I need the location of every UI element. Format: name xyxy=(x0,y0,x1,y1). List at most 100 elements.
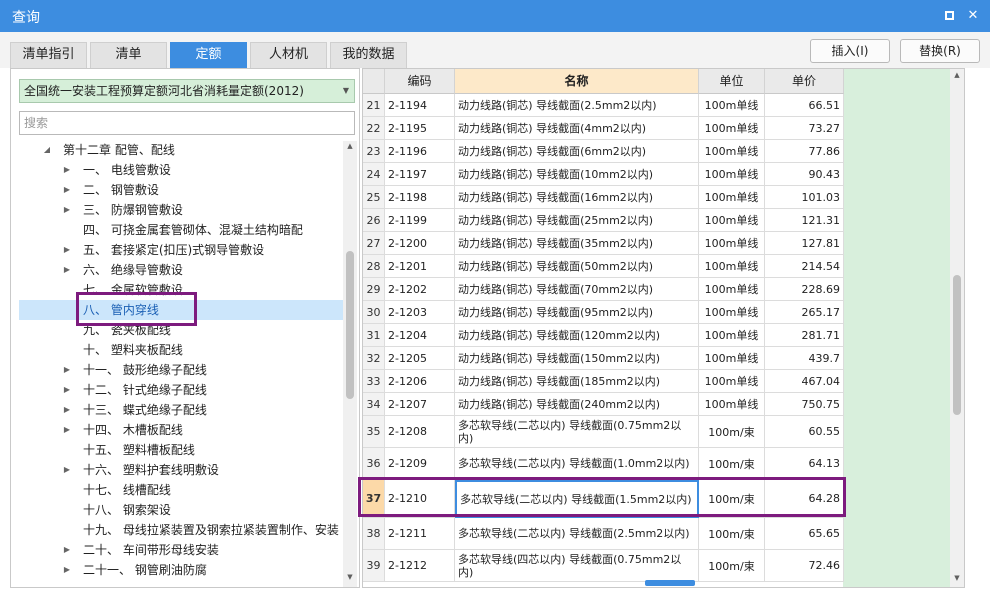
cell-price[interactable]: 121.31 xyxy=(765,209,844,232)
cell-name[interactable]: 动力线路(铜芯) 导线截面(16mm2以内) xyxy=(455,186,699,209)
cell-unit[interactable]: 100m单线 xyxy=(699,324,765,347)
cell-idx[interactable]: 23 xyxy=(363,140,385,163)
cell-unit[interactable]: 100m单线 xyxy=(699,278,765,301)
cell-price[interactable]: 64.28 xyxy=(765,480,844,518)
tree-item[interactable]: ▶ 十二、 针式绝缘子配线 xyxy=(19,380,343,400)
cell-price[interactable]: 101.03 xyxy=(765,186,844,209)
cell-name[interactable]: 动力线路(铜芯) 导线截面(50mm2以内) xyxy=(455,255,699,278)
cell-code[interactable]: 2-1198 xyxy=(385,186,455,209)
cell-unit[interactable]: 100m/束 xyxy=(699,480,765,518)
tree-item[interactable]: 十五、 塑料槽板配线 xyxy=(19,440,343,460)
cell-code[interactable]: 2-1210 xyxy=(385,480,455,518)
table-row[interactable]: 26 2-1199 动力线路(铜芯) 导线截面(25mm2以内) 100m单线 121.… xyxy=(363,209,844,232)
cell-name[interactable]: 动力线路(铜芯) 导线截面(10mm2以内) xyxy=(455,163,699,186)
cell-idx[interactable]: 37 xyxy=(363,480,385,518)
cell-unit[interactable]: 100m单线 xyxy=(699,209,765,232)
tree-scroll-thumb[interactable] xyxy=(346,251,354,399)
table-row[interactable]: 30 2-1203 动力线路(铜芯) 导线截面(95mm2以内) 100m单线 265.… xyxy=(363,301,844,324)
cell-name[interactable]: 动力线路(铜芯) 导线截面(150mm2以内) xyxy=(455,347,699,370)
cell-name[interactable]: 多芯软导线(二芯以内) 导线截面(0.75mm2以内) xyxy=(455,416,699,448)
cell-unit[interactable]: 100m单线 xyxy=(699,186,765,209)
cell-unit[interactable]: 100m单线 xyxy=(699,301,765,324)
tree-item[interactable]: 四、 可挠金属套管砌体、混凝土结构暗配 xyxy=(19,220,343,240)
cell-code[interactable]: 2-1195 xyxy=(385,117,455,140)
cell-price[interactable]: 66.51 xyxy=(765,94,844,117)
tree-item[interactable]: 十七、 线槽配线 xyxy=(19,480,343,500)
tree-item[interactable]: ▶ 十六、 塑料护套线明敷设 xyxy=(19,460,343,480)
cell-code[interactable]: 2-1203 xyxy=(385,301,455,324)
cell-unit[interactable]: 100m/束 xyxy=(699,550,765,582)
cell-price[interactable]: 214.54 xyxy=(765,255,844,278)
collapsed-arrow-icon[interactable]: ▶ xyxy=(61,260,73,280)
cell-idx[interactable]: 34 xyxy=(363,393,385,416)
cell-idx[interactable]: 21 xyxy=(363,94,385,117)
tree-item[interactable]: ▶ 一、 电线管敷设 xyxy=(19,160,343,180)
tab-my-data[interactable]: 我的数据 xyxy=(330,42,407,68)
scroll-up-icon[interactable]: ▲ xyxy=(950,71,964,79)
cell-idx[interactable]: 24 xyxy=(363,163,385,186)
tree-item[interactable]: ▶ 十一、 鼓形绝缘子配线 xyxy=(19,360,343,380)
collapsed-arrow-icon[interactable]: ▶ xyxy=(61,180,73,200)
table-row[interactable]: 34 2-1207 动力线路(铜芯) 导线截面(240mm2以内) 100m单线 750… xyxy=(363,393,844,416)
table-row[interactable]: 27 2-1200 动力线路(铜芯) 导线截面(35mm2以内) 100m单线 127.… xyxy=(363,232,844,255)
cell-code[interactable]: 2-1201 xyxy=(385,255,455,278)
header-name[interactable]: 名称 xyxy=(455,69,699,94)
collapsed-arrow-icon[interactable]: ▶ xyxy=(61,400,73,420)
cell-code[interactable]: 2-1204 xyxy=(385,324,455,347)
table-row[interactable]: 29 2-1202 动力线路(铜芯) 导线截面(70mm2以内) 100m单线 228.… xyxy=(363,278,844,301)
table-row[interactable]: 23 2-1196 动力线路(铜芯) 导线截面(6mm2以内) 100m单线 77.86 xyxy=(363,140,844,163)
tree-scrollbar[interactable]: ▲ ▼ xyxy=(343,141,357,587)
cell-idx[interactable]: 29 xyxy=(363,278,385,301)
cell-code[interactable]: 2-1199 xyxy=(385,209,455,232)
tree-item[interactable]: 七、 金属软管敷设 xyxy=(19,280,343,300)
scroll-up-icon[interactable]: ▲ xyxy=(343,142,357,150)
cell-idx[interactable]: 30 xyxy=(363,301,385,324)
cell-price[interactable]: 127.81 xyxy=(765,232,844,255)
cell-idx[interactable]: 22 xyxy=(363,117,385,140)
table-row[interactable]: 39 2-1212 多芯软导线(四芯以内) 导线截面(0.75mm2以内) 100m/… xyxy=(363,550,844,582)
cell-price[interactable]: 467.04 xyxy=(765,370,844,393)
expanded-arrow-icon[interactable]: ◢ xyxy=(41,140,53,160)
cell-unit[interactable]: 100m单线 xyxy=(699,140,765,163)
grid-scrollbar[interactable]: ▲ ▼ xyxy=(950,69,964,587)
cell-unit[interactable]: 100m/束 xyxy=(699,448,765,480)
cell-unit[interactable]: 100m单线 xyxy=(699,117,765,140)
cell-unit[interactable]: 100m单线 xyxy=(699,370,765,393)
cell-price[interactable]: 281.71 xyxy=(765,324,844,347)
cell-name[interactable]: 动力线路(铜芯) 导线截面(35mm2以内) xyxy=(455,232,699,255)
quota-library-select[interactable]: 全国统一安装工程预算定额河北省消耗量定额(2012) ▼ xyxy=(19,79,355,103)
cell-price[interactable]: 90.43 xyxy=(765,163,844,186)
grid-scroll-thumb[interactable] xyxy=(953,275,961,415)
cell-code[interactable]: 2-1209 xyxy=(385,448,455,480)
tree-item[interactable]: ▶ 二十、 车间带形母线安装 xyxy=(19,540,343,560)
cell-price[interactable]: 60.55 xyxy=(765,416,844,448)
cell-price[interactable]: 73.27 xyxy=(765,117,844,140)
cell-price[interactable]: 750.75 xyxy=(765,393,844,416)
cell-price[interactable]: 228.69 xyxy=(765,278,844,301)
header-unit[interactable]: 单位 xyxy=(699,69,765,94)
tree-item[interactable]: ▶ 二、 钢管敷设 xyxy=(19,180,343,200)
cell-name[interactable]: 动力线路(铜芯) 导线截面(25mm2以内) xyxy=(455,209,699,232)
table-row[interactable]: 25 2-1198 动力线路(铜芯) 导线截面(16mm2以内) 100m单线 101.… xyxy=(363,186,844,209)
replace-button[interactable]: 替换(R) xyxy=(900,39,980,63)
restore-button[interactable] xyxy=(940,7,958,25)
scroll-down-icon[interactable]: ▼ xyxy=(343,573,357,581)
table-row[interactable]: 28 2-1201 动力线路(铜芯) 导线截面(50mm2以内) 100m单线 214.… xyxy=(363,255,844,278)
table-row[interactable]: 24 2-1197 动力线路(铜芯) 导线截面(10mm2以内) 100m单线 90.4… xyxy=(363,163,844,186)
cell-name[interactable]: 动力线路(铜芯) 导线截面(4mm2以内) xyxy=(455,117,699,140)
collapsed-arrow-icon[interactable]: ▶ xyxy=(61,420,73,440)
table-row[interactable]: 33 2-1206 动力线路(铜芯) 导线截面(185mm2以内) 100m单线 467… xyxy=(363,370,844,393)
tree-item[interactable]: ▶ 三、 防爆钢管敷设 xyxy=(19,200,343,220)
cell-code[interactable]: 2-1212 xyxy=(385,550,455,582)
tab-labor-material[interactable]: 人材机 xyxy=(250,42,327,68)
cell-code[interactable]: 2-1211 xyxy=(385,518,455,550)
table-row[interactable]: 36 2-1209 多芯软导线(二芯以内) 导线截面(1.0mm2以内) 100m/束… xyxy=(363,448,844,480)
tree-item[interactable]: 十八、 钢索架设 xyxy=(19,500,343,520)
insert-button[interactable]: 插入(I) xyxy=(810,39,890,63)
cell-unit[interactable]: 100m单线 xyxy=(699,232,765,255)
tree-item[interactable]: ▶ 二十一、 钢管刷油防腐 xyxy=(19,560,343,580)
cell-price[interactable]: 64.13 xyxy=(765,448,844,480)
collapsed-arrow-icon[interactable]: ▶ xyxy=(61,560,73,580)
collapsed-arrow-icon[interactable]: ▶ xyxy=(61,160,73,180)
cell-name[interactable]: 动力线路(铜芯) 导线截面(185mm2以内) xyxy=(455,370,699,393)
